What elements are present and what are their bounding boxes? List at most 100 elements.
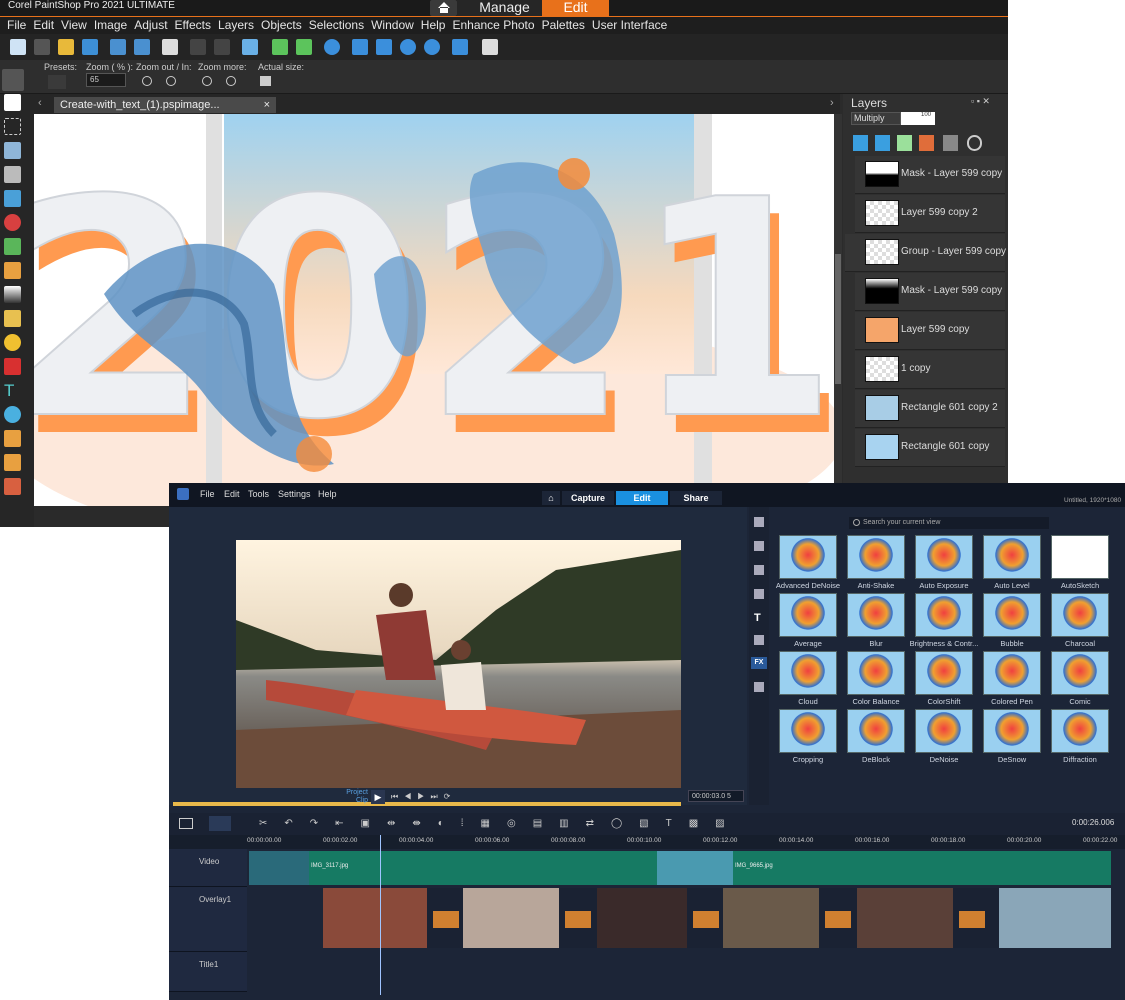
overlay-clip[interactable] [857, 888, 953, 948]
fx-icon[interactable]: FX [751, 657, 767, 669]
menu-objects[interactable]: Objects [261, 17, 302, 34]
effect-thumbnail[interactable] [1051, 593, 1109, 637]
timeline-view-icon[interactable] [209, 816, 231, 831]
playhead[interactable] [380, 835, 381, 995]
actual-size-icon[interactable] [260, 76, 271, 86]
selection-tool-icon[interactable] [4, 118, 21, 135]
fill-tool-icon[interactable] [4, 334, 21, 351]
audio-icon[interactable] [754, 541, 764, 551]
save-icon[interactable] [110, 39, 126, 55]
vs-menu-tools[interactable]: Tools [248, 489, 269, 499]
menu-window[interactable]: Window [371, 17, 414, 34]
zoom-actual-icon[interactable] [452, 39, 468, 55]
menu-selections[interactable]: Selections [309, 17, 364, 34]
effect-thumbnail[interactable] [779, 651, 837, 695]
effect-thumbnail[interactable] [915, 593, 973, 637]
layer-row[interactable]: Layer 599 copy [855, 312, 1005, 350]
zoom-in-icon[interactable] [424, 39, 440, 55]
overlay-clip[interactable] [723, 888, 819, 948]
vs-menu-file[interactable]: File [200, 489, 215, 499]
adjustment-layer-icon[interactable] [919, 135, 934, 151]
visibility-toggle-icon[interactable] [897, 135, 912, 151]
tab-manage[interactable]: Manage [457, 0, 552, 16]
overlay-clip[interactable] [999, 888, 1111, 948]
play-mode[interactable]: Project Clip [340, 789, 368, 805]
picture-tube-tool-icon[interactable] [4, 358, 21, 375]
undo-disabled-icon[interactable] [190, 39, 206, 55]
tab-edit[interactable]: Edit [542, 0, 609, 16]
text-tool-icon[interactable]: T [4, 382, 21, 399]
red-eye-tool-icon[interactable] [4, 214, 21, 231]
menu-help[interactable]: Help [421, 17, 446, 34]
instant-project-icon[interactable] [754, 565, 764, 575]
transition-icon[interactable] [959, 911, 985, 928]
transition-icon[interactable] [754, 589, 764, 599]
search-input[interactable]: Search your current view [849, 517, 1049, 529]
transition-icon[interactable] [565, 911, 591, 928]
pick-tool-icon[interactable] [4, 94, 21, 111]
overlay-clips[interactable] [323, 888, 1111, 948]
effect-thumbnail[interactable] [847, 709, 905, 753]
vs-tab-edit[interactable]: Edit [616, 491, 668, 505]
document-tab[interactable]: Create-with_text_(1).pspimage... × [54, 97, 276, 113]
effect-thumbnail[interactable] [983, 593, 1041, 637]
effect-thumbnail[interactable] [983, 535, 1041, 579]
effect-thumbnail[interactable] [779, 535, 837, 579]
layer-group-row[interactable]: Group - Layer 599 copy [845, 234, 1006, 272]
zoom-more-out-icon[interactable] [202, 76, 212, 86]
merge-layer-icon[interactable] [875, 135, 890, 151]
overlay-clip[interactable] [463, 888, 559, 948]
zoom-out-icon[interactable] [400, 39, 416, 55]
overlay-clip[interactable] [323, 888, 427, 948]
vs-menu-settings[interactable]: Settings [278, 489, 311, 499]
opacity-input[interactable]: 100 [901, 112, 935, 125]
delete-layer-icon[interactable] [943, 135, 958, 151]
menu-edit[interactable]: Edit [33, 17, 54, 34]
zoom-input[interactable]: 65 [86, 73, 126, 87]
eraser-tool-icon[interactable] [4, 310, 21, 327]
menu-layers[interactable]: Layers [218, 17, 254, 34]
effect-thumbnail[interactable] [1051, 709, 1109, 753]
open-folder-icon[interactable] [58, 39, 74, 55]
resize-icon[interactable] [242, 39, 258, 55]
warp-tool-icon[interactable] [4, 454, 21, 471]
graphics-icon[interactable] [754, 635, 764, 645]
transition-icon[interactable] [693, 911, 719, 928]
effect-thumbnail[interactable] [847, 651, 905, 695]
effect-thumbnail[interactable] [1051, 651, 1109, 695]
effect-thumbnail[interactable] [1051, 535, 1109, 579]
effect-thumbnail[interactable] [847, 593, 905, 637]
layer-row[interactable]: 1 copy [855, 351, 1005, 389]
link-layer-icon[interactable] [967, 135, 982, 151]
menu-effects[interactable]: Effects [175, 17, 211, 34]
menu-file[interactable]: File [7, 17, 26, 34]
menu-image[interactable]: Image [94, 17, 127, 34]
redo-icon[interactable] [296, 39, 312, 55]
straighten-tool-icon[interactable] [4, 190, 21, 207]
scroll-right-icon[interactable]: › [830, 97, 834, 109]
image-canvas[interactable]: 2021 2021 [34, 114, 834, 506]
transition-icon[interactable] [433, 911, 459, 928]
new-file-icon[interactable] [10, 39, 26, 55]
title-icon[interactable]: T [754, 612, 764, 624]
video-clip[interactable]: IMG_3117.jpg IMG_9665.jpg [249, 851, 1111, 885]
zoom-in-button-icon[interactable] [166, 76, 176, 86]
undo-icon[interactable] [272, 39, 288, 55]
layer-row[interactable]: Mask - Layer 599 copy [855, 273, 1005, 311]
preview-window[interactable] [236, 540, 681, 788]
transition-icon[interactable] [825, 911, 851, 928]
scroll-left-icon[interactable]: ‹ [38, 97, 42, 109]
menu-view[interactable]: View [61, 17, 87, 34]
effect-thumbnail[interactable] [915, 535, 973, 579]
close-tab-icon[interactable]: × [264, 97, 270, 113]
scrubber-bar[interactable] [173, 802, 681, 806]
effect-thumbnail[interactable] [915, 709, 973, 753]
menu-palettes[interactable]: Palettes [542, 17, 585, 34]
path-icon[interactable] [754, 682, 764, 692]
canvas-vertical-scrollbar[interactable] [834, 114, 842, 506]
vs-menu-edit[interactable]: Edit [224, 489, 240, 499]
shape-tool-icon[interactable] [4, 406, 21, 423]
smudge-tool-icon[interactable] [4, 478, 21, 495]
storyboard-view-icon[interactable] [179, 818, 193, 829]
transport-controls[interactable]: ⏮◀▶⏭⟳ [391, 792, 531, 802]
